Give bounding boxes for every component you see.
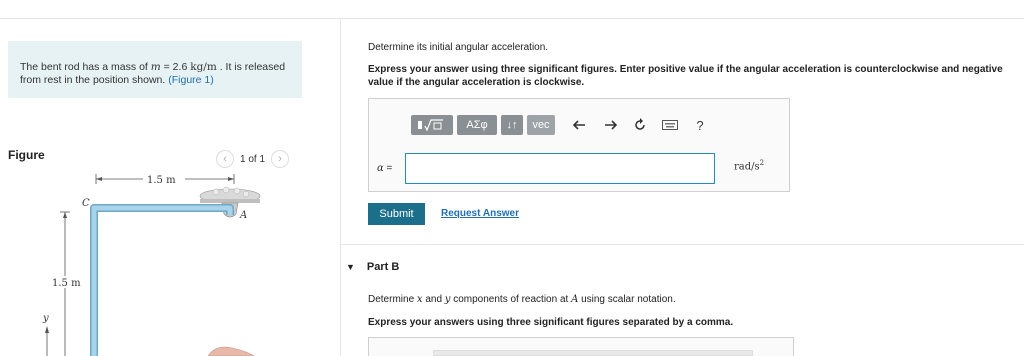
greek-button[interactable]: ΑΣφ: [457, 115, 497, 135]
pebble: [242, 190, 250, 198]
support-plate: [200, 199, 260, 203]
y-axis-arrow: [45, 326, 49, 333]
part-a-instruction: Express your answer using three signific…: [368, 64, 1003, 88]
pebble: [222, 186, 230, 194]
pebble: [212, 188, 220, 196]
caret-down-icon[interactable]: ▼: [346, 262, 355, 272]
figure-link[interactable]: (Figure 1): [168, 74, 214, 86]
request-answer-link[interactable]: Request Answer: [441, 208, 519, 219]
answer-editor: ΑΣφ ↓↑ vec ? α = rad/s2: [368, 98, 790, 192]
alpha-symbol: α: [377, 163, 384, 174]
undo-icon[interactable]: [571, 115, 589, 135]
submit-button[interactable]: Submit: [368, 203, 425, 225]
bent-rod-figure: 1.5 m A C 1.5 m y: [40, 168, 280, 356]
bent-rod-highlight: [91, 205, 233, 356]
dim-arrow-up: [63, 212, 67, 218]
label-point-c: C: [82, 198, 90, 209]
chevron-right-icon[interactable]: ›: [271, 150, 290, 168]
arrows-button[interactable]: ↓↑: [501, 115, 523, 135]
part-b-mid: components of reaction at: [450, 294, 572, 305]
help-button[interactable]: ?: [691, 115, 709, 135]
part-b-header[interactable]: ▼ Part B: [346, 261, 399, 273]
problem-statement: The bent rod has a mass of m = 2.6 kg/m …: [8, 41, 302, 98]
templates-button[interactable]: [411, 115, 453, 135]
problem-text-prefix: The bent rod has a mass of: [20, 61, 151, 73]
dim-arrow-right: [228, 177, 234, 181]
dim-label-top: 1.5 m: [147, 175, 176, 186]
figure-drawing: 1.5 m A C 1.5 m y: [42, 173, 261, 356]
answer-label: α =: [377, 163, 392, 174]
figure-page-count: 1 of 1: [240, 153, 266, 165]
column-divider: [340, 18, 341, 356]
vec-button[interactable]: vec: [527, 115, 555, 135]
part-b-editor: [368, 337, 794, 356]
angular-acceleration-input[interactable]: [405, 153, 715, 184]
dim-label-left: 1.5 m: [52, 278, 81, 289]
part-b-prompt-prefix: Determine: [368, 294, 417, 305]
part-b-title: Part B: [366, 261, 400, 273]
part-b-prompt: Determine x and y components of reaction…: [368, 294, 676, 305]
figure-pager: ‹ 1 of 1 ›: [216, 150, 290, 168]
dim-arrow-left: [96, 177, 102, 181]
answer-equals: =: [383, 163, 393, 174]
part-a-prompt: Determine its initial angular accelerati…: [368, 42, 549, 53]
part-b-toolbar: [433, 350, 753, 356]
mass-equals: = 2.6: [160, 61, 191, 73]
reset-icon[interactable]: [631, 115, 649, 135]
part-separator: [340, 244, 1024, 245]
bent-rod: [90, 204, 234, 356]
keyboard-icon[interactable]: [661, 115, 679, 135]
editor-toolbar: ΑΣφ ↓↑ vec ?: [411, 115, 709, 135]
unit-exponent: 2: [759, 159, 765, 167]
templates-icon: [418, 119, 443, 132]
part-b-and: and: [422, 294, 445, 305]
top-divider: [0, 18, 1024, 19]
label-point-a: A: [239, 210, 247, 221]
part-b-instruction: Express your answers using three signifi…: [368, 317, 734, 328]
unit-label: rad/s2: [734, 159, 764, 172]
part-b-suffix: using scalar notation.: [578, 294, 676, 305]
mass-unit: kg/m: [190, 61, 217, 73]
mass-variable: m: [150, 61, 161, 73]
hand-icon: [207, 346, 255, 356]
y-axis-label: y: [42, 313, 49, 324]
figure-heading: Figure: [8, 148, 45, 162]
chevron-left-icon[interactable]: ‹: [216, 150, 234, 168]
redo-icon[interactable]: [601, 115, 619, 135]
pebble: [233, 187, 241, 195]
unit-base: rad/s: [734, 161, 760, 173]
